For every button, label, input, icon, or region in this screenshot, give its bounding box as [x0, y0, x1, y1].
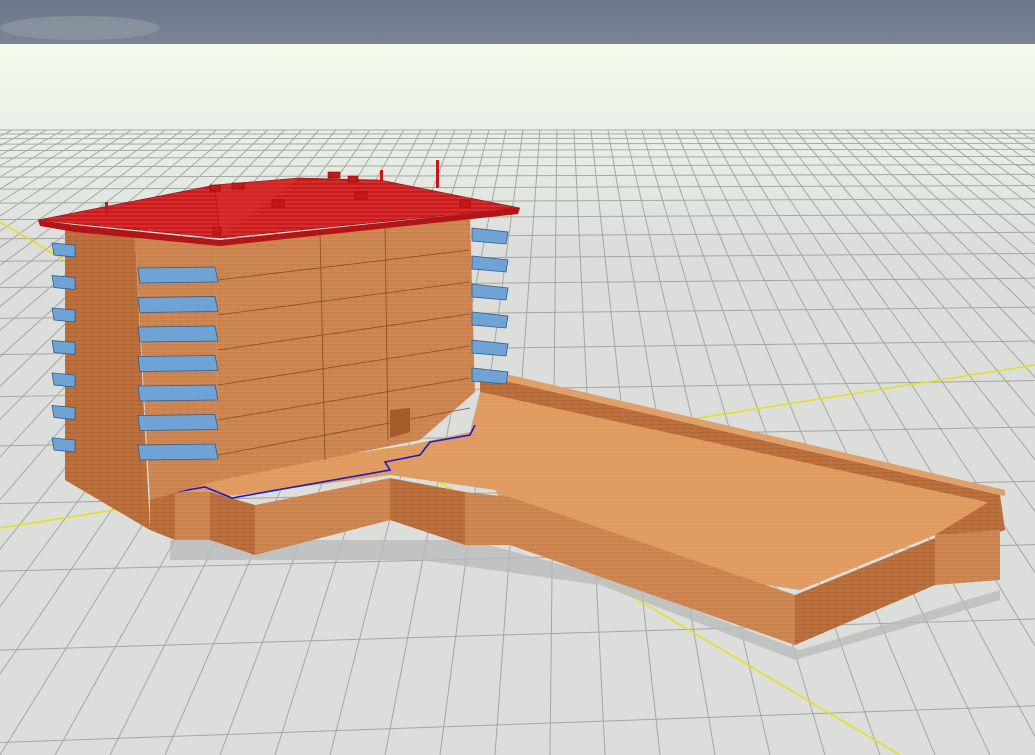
- podium-front-wall-6: [465, 492, 510, 545]
- 3d-viewport[interactable]: [0, 0, 1035, 755]
- roof-vent: [354, 191, 368, 200]
- roof-antenna: [436, 160, 439, 188]
- roof-vent: [209, 184, 221, 192]
- balcony-glass: [51, 405, 76, 420]
- roof-antenna: [380, 170, 383, 182]
- podium-front-wall-2: [175, 492, 210, 540]
- balcony-glass: [137, 384, 219, 402]
- balcony-glass: [51, 242, 76, 258]
- balcony-glass: [51, 307, 76, 323]
- roof-vent: [271, 199, 285, 208]
- annex-right-face: [935, 530, 1000, 585]
- balcony-glass: [51, 437, 76, 453]
- roof-vent: [212, 226, 222, 236]
- roof-vent: [231, 182, 245, 190]
- balcony-glass: [51, 275, 76, 290]
- balcony-glass: [137, 325, 219, 343]
- balcony-glass: [51, 372, 76, 388]
- sky-background: [0, 0, 1035, 44]
- roof-vent: [459, 199, 471, 208]
- balcony-glass: [137, 296, 219, 313]
- roof-vent: [327, 171, 341, 179]
- roof-antenna: [105, 202, 108, 214]
- grid-line: [0, 137, 1035, 140]
- roof-vent: [347, 175, 359, 183]
- balcony-glass: [137, 443, 219, 461]
- balcony-glass: [137, 266, 219, 284]
- balcony-glass: [51, 340, 76, 355]
- balcony-glass: [137, 355, 219, 372]
- balcony-glass: [137, 414, 219, 431]
- cloud: [0, 16, 160, 40]
